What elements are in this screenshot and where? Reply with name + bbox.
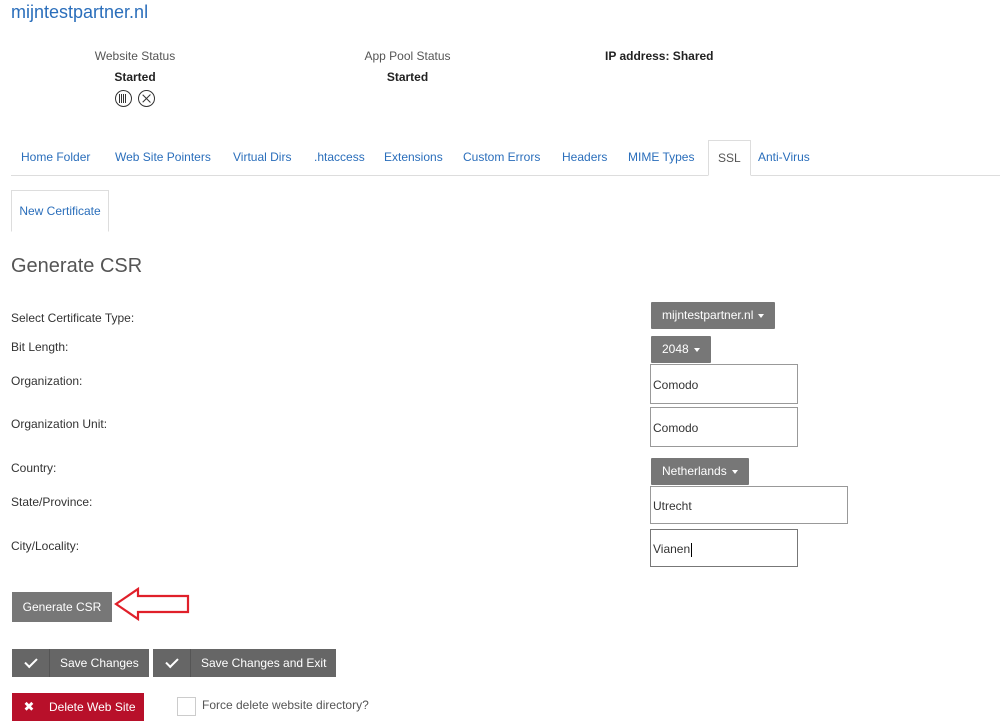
tab-bar: Home Folder Web Site Pointers Virtual Di…: [11, 140, 1000, 176]
cert-type-value: mijntestpartner.nl: [662, 308, 754, 322]
red-arrow-icon: [114, 586, 190, 622]
tab-web-site-pointers[interactable]: Web Site Pointers: [115, 140, 211, 174]
force-delete-label: Force delete website directory?: [202, 698, 369, 712]
app-pool-status-label: App Pool Status: [364, 49, 451, 63]
text-cursor: [691, 542, 693, 557]
state-label: State/Province:: [11, 495, 93, 509]
website-status-label: Website Status: [94, 49, 176, 63]
force-delete-checkbox[interactable]: [177, 697, 196, 716]
save-changes-exit-label: Save Changes and Exit: [201, 656, 327, 670]
country-dropdown[interactable]: Netherlands: [651, 458, 749, 485]
organization-label: Organization:: [11, 374, 83, 388]
tab-extensions[interactable]: Extensions: [384, 140, 443, 174]
city-label: City/Locality:: [11, 539, 80, 553]
tab-virtual-dirs[interactable]: Virtual Dirs: [233, 140, 291, 174]
subtab-new-certificate[interactable]: New Certificate: [11, 190, 109, 232]
app-pool-status-value: Started: [386, 70, 429, 84]
city-value: Vianen: [653, 542, 691, 556]
tab-home-folder[interactable]: Home Folder: [21, 140, 90, 174]
save-changes-label: Save Changes: [60, 656, 139, 670]
org-unit-label: Organization Unit:: [11, 417, 108, 431]
caret-down-icon: [731, 469, 738, 474]
tab-mime-types[interactable]: MIME Types: [628, 140, 694, 174]
save-changes-exit-button[interactable]: Save Changes and Exit: [153, 649, 337, 677]
country-label: Country:: [11, 461, 57, 475]
checkmark-icon: [153, 649, 191, 677]
cert-type-dropdown[interactable]: mijntestpartner.nl: [651, 302, 776, 329]
app-pool-status: App Pool Status Started: [350, 49, 465, 84]
close-icon: ✖: [23, 699, 35, 714]
website-status: Website Status Started: [80, 49, 190, 107]
city-input[interactable]: Vianen: [650, 529, 798, 567]
tab-headers[interactable]: Headers: [562, 140, 607, 174]
caret-down-icon: [758, 313, 765, 318]
tab-custom-errors[interactable]: Custom Errors: [463, 140, 540, 174]
tab-htaccess[interactable]: .htaccess: [314, 140, 365, 174]
caret-down-icon: [693, 347, 700, 352]
bit-length-dropdown[interactable]: 2048: [651, 336, 711, 363]
cert-type-label: Select Certificate Type:: [11, 311, 135, 325]
generate-csr-button[interactable]: Generate CSR: [12, 592, 112, 622]
tab-ssl[interactable]: SSL: [708, 140, 751, 176]
country-value: Netherlands: [662, 464, 727, 478]
org-unit-input[interactable]: Comodo: [650, 407, 798, 447]
ip-address: IP address: Shared: [605, 49, 714, 63]
stop-icon[interactable]: [137, 90, 155, 107]
state-input[interactable]: Utrecht: [650, 486, 848, 524]
checkmark-icon: [12, 649, 50, 677]
bit-length-label: Bit Length:: [11, 340, 69, 354]
save-changes-button[interactable]: Save Changes: [12, 649, 149, 677]
tab-anti-virus[interactable]: Anti-Virus: [758, 140, 810, 174]
organization-input[interactable]: Comodo: [650, 364, 798, 404]
bit-length-value: 2048: [662, 342, 689, 356]
section-title: Generate CSR: [11, 255, 143, 277]
delete-web-site-button[interactable]: ✖ Delete Web Site: [12, 693, 144, 721]
site-title: mijntestpartner.nl: [11, 2, 149, 22]
website-status-value: Started: [114, 70, 156, 84]
pause-icon[interactable]: [115, 90, 133, 107]
delete-web-site-label: Delete Web Site: [49, 700, 136, 714]
